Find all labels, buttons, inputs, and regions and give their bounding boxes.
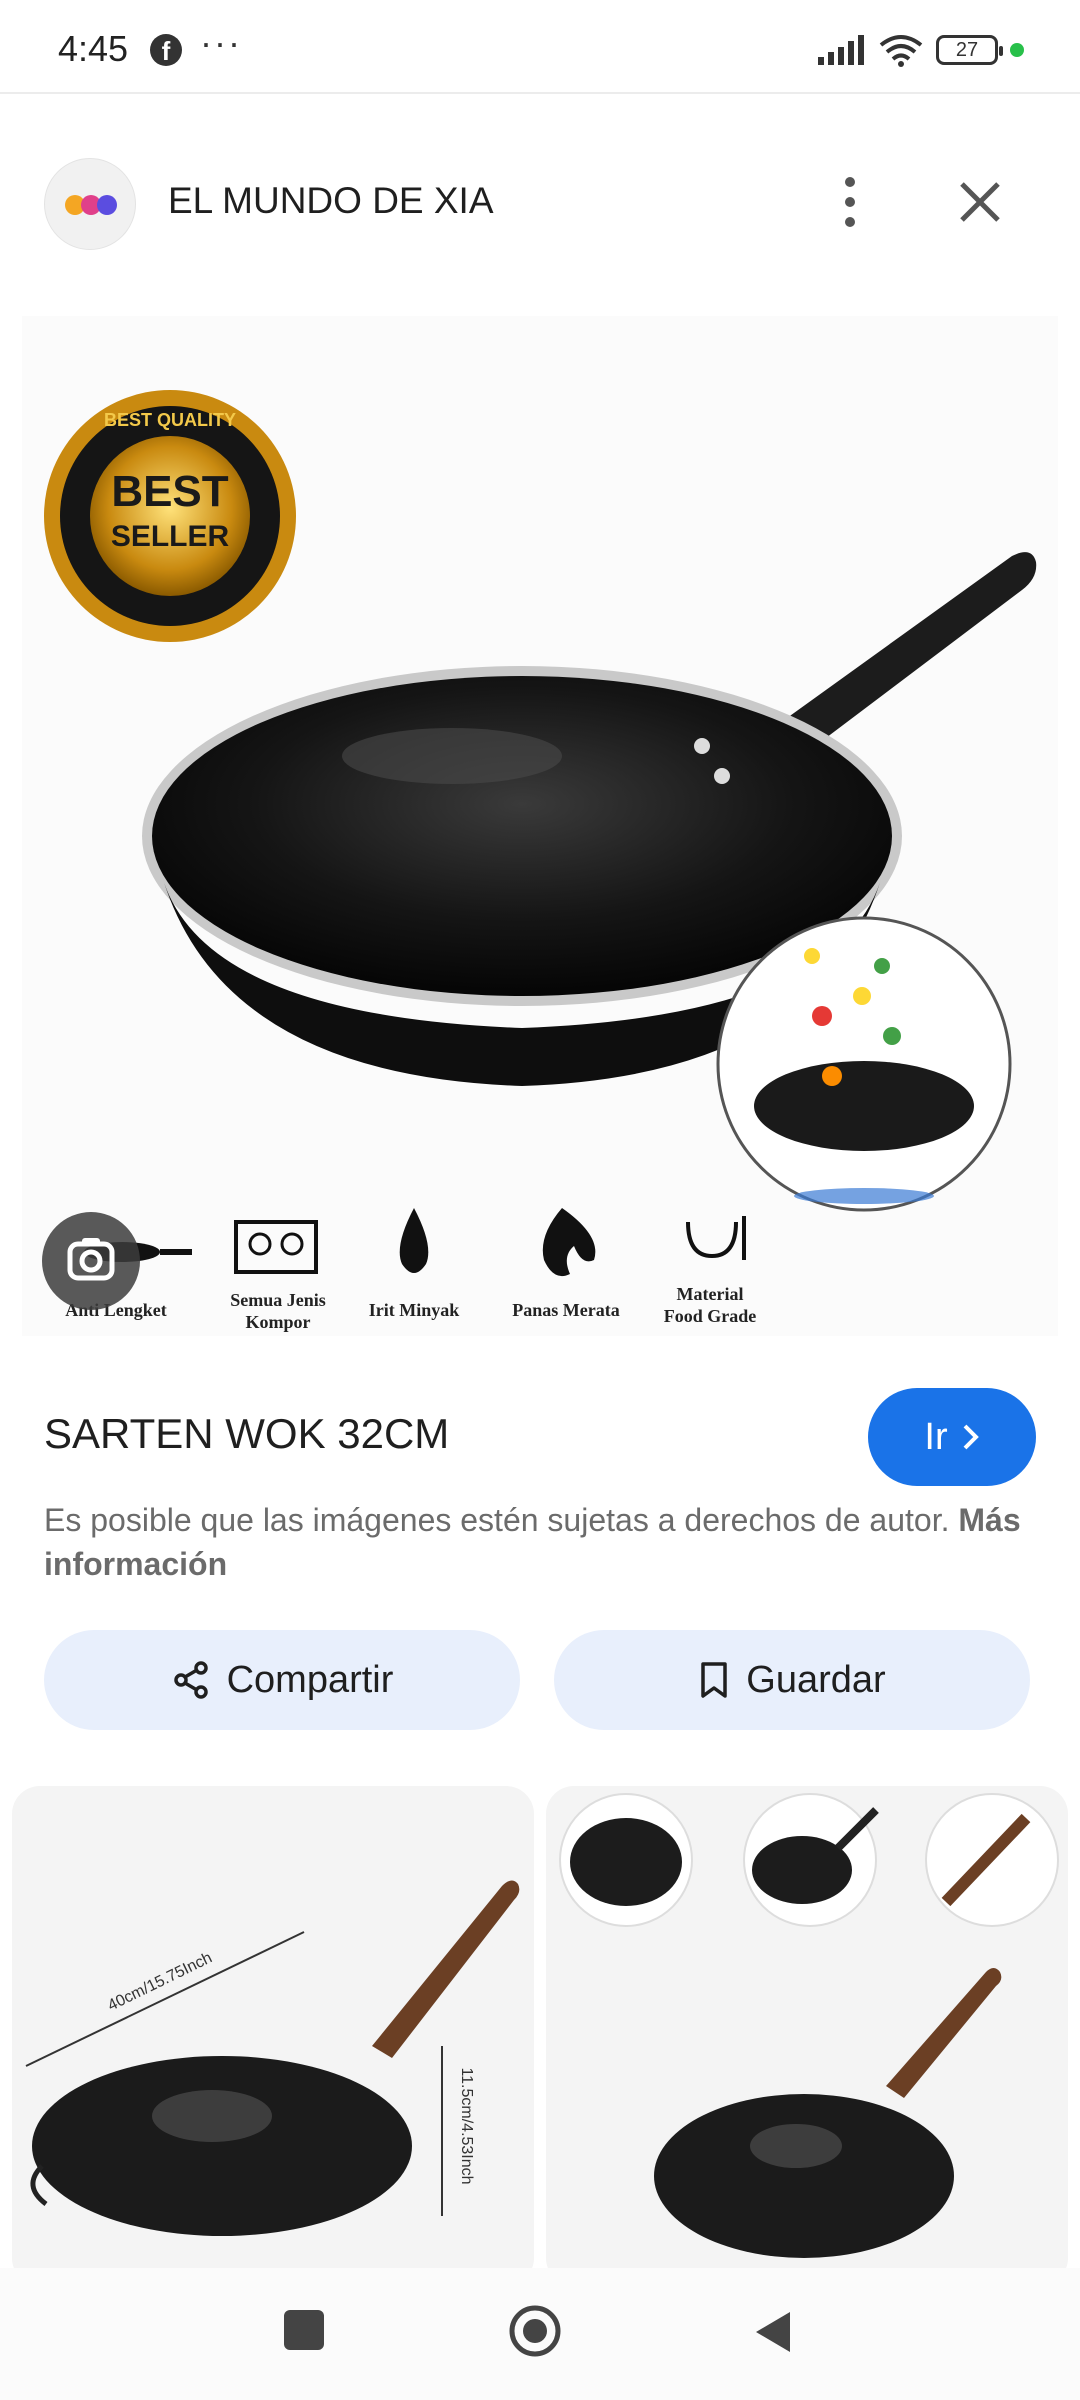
wok-bowl [32, 2056, 412, 2236]
related-wok-illustration: 40cm/15.75Inch 11.5cm/4.53Inch [25, 1880, 520, 2236]
wok-rivet [714, 768, 730, 784]
feature-flame-icon [542, 1208, 596, 1277]
related-wok-views-illustration [559, 1793, 1059, 2258]
feature-foodgrade-icon [686, 1216, 746, 1260]
product-image-illustration: BEST SELLER BEST QUALITY Anti Lengket Se… [44, 390, 1037, 1332]
wok-highlight [342, 728, 562, 784]
wok-wood-handle [372, 1880, 520, 2058]
lens-search-button[interactable] [42, 1212, 140, 1310]
copyright-text: Es posible que las imágenes estén sujeta… [44, 1502, 950, 1538]
feature-label: Kompor [246, 1312, 311, 1332]
feature-stove-icon [234, 1220, 318, 1274]
feature-oil-icon [399, 1208, 429, 1273]
visit-button[interactable]: Ir [868, 1388, 1036, 1486]
product-image[interactable]: BEST SELLER BEST QUALITY Anti Lengket Se… [22, 316, 1058, 1336]
share-label: Compartir [226, 1658, 394, 1701]
site-title[interactable]: EL MUNDO DE XIA [168, 180, 494, 222]
badge-line2: SELLER [111, 520, 230, 553]
back-button[interactable] [752, 2308, 794, 2356]
feature-label: Panas Merata [512, 1300, 619, 1320]
facebook-icon: f [150, 34, 182, 66]
chevron-right-icon [963, 1424, 979, 1450]
status-icons: 27 [818, 30, 1024, 70]
more-vert-icon[interactable] [826, 174, 874, 230]
system-nav-bar [0, 2268, 1080, 2400]
status-bar: 4:45 f ··· 27 [0, 0, 1080, 100]
related-image[interactable] [546, 1786, 1068, 2286]
badge-line1: BEST [111, 467, 228, 516]
visit-button-label: Ir [924, 1415, 948, 1458]
wok-highlight [152, 2090, 272, 2142]
battery-icon: 27 [936, 35, 1003, 65]
feature-label: Irit Minyak [369, 1300, 460, 1320]
recents-button[interactable] [284, 2310, 324, 2350]
signal-icon [818, 35, 864, 65]
save-label: Guardar [746, 1658, 886, 1701]
lens-icon [67, 1238, 115, 1281]
dimension-label: 11.5cm/4.53Inch [458, 2067, 475, 2184]
share-button[interactable]: Compartir [44, 1630, 520, 1730]
copyright-notice: Es posible que las imágenes estén sujeta… [44, 1498, 1044, 1586]
product-title: SARTEN WOK 32CM [44, 1410, 450, 1457]
status-time: 4:45 [58, 28, 129, 69]
share-icon [173, 1661, 208, 1699]
close-icon[interactable] [950, 172, 1010, 232]
privacy-dot [1010, 43, 1024, 57]
wifi-icon [879, 35, 923, 67]
status-more-icon: ··· [200, 22, 242, 63]
save-button[interactable]: Guardar [554, 1630, 1030, 1730]
badge-ring-text: BEST QUALITY [104, 410, 236, 430]
feature-label: Semua Jenis [230, 1290, 326, 1310]
site-logo[interactable] [44, 158, 136, 250]
wok-rivet [694, 738, 710, 754]
related-image[interactable]: 40cm/15.75Inch 11.5cm/4.53Inch [12, 1786, 534, 2286]
status-divider [0, 92, 1080, 94]
feature-label: Food Grade [664, 1306, 757, 1326]
image-viewer-header: EL MUNDO DE XIA [0, 150, 1080, 260]
bookmark-icon [701, 1662, 728, 1698]
cooking-inset [716, 916, 1012, 1212]
feature-label: Material [677, 1284, 744, 1304]
best-seller-badge: BEST SELLER BEST QUALITY [44, 390, 296, 642]
home-button[interactable] [508, 2304, 562, 2358]
